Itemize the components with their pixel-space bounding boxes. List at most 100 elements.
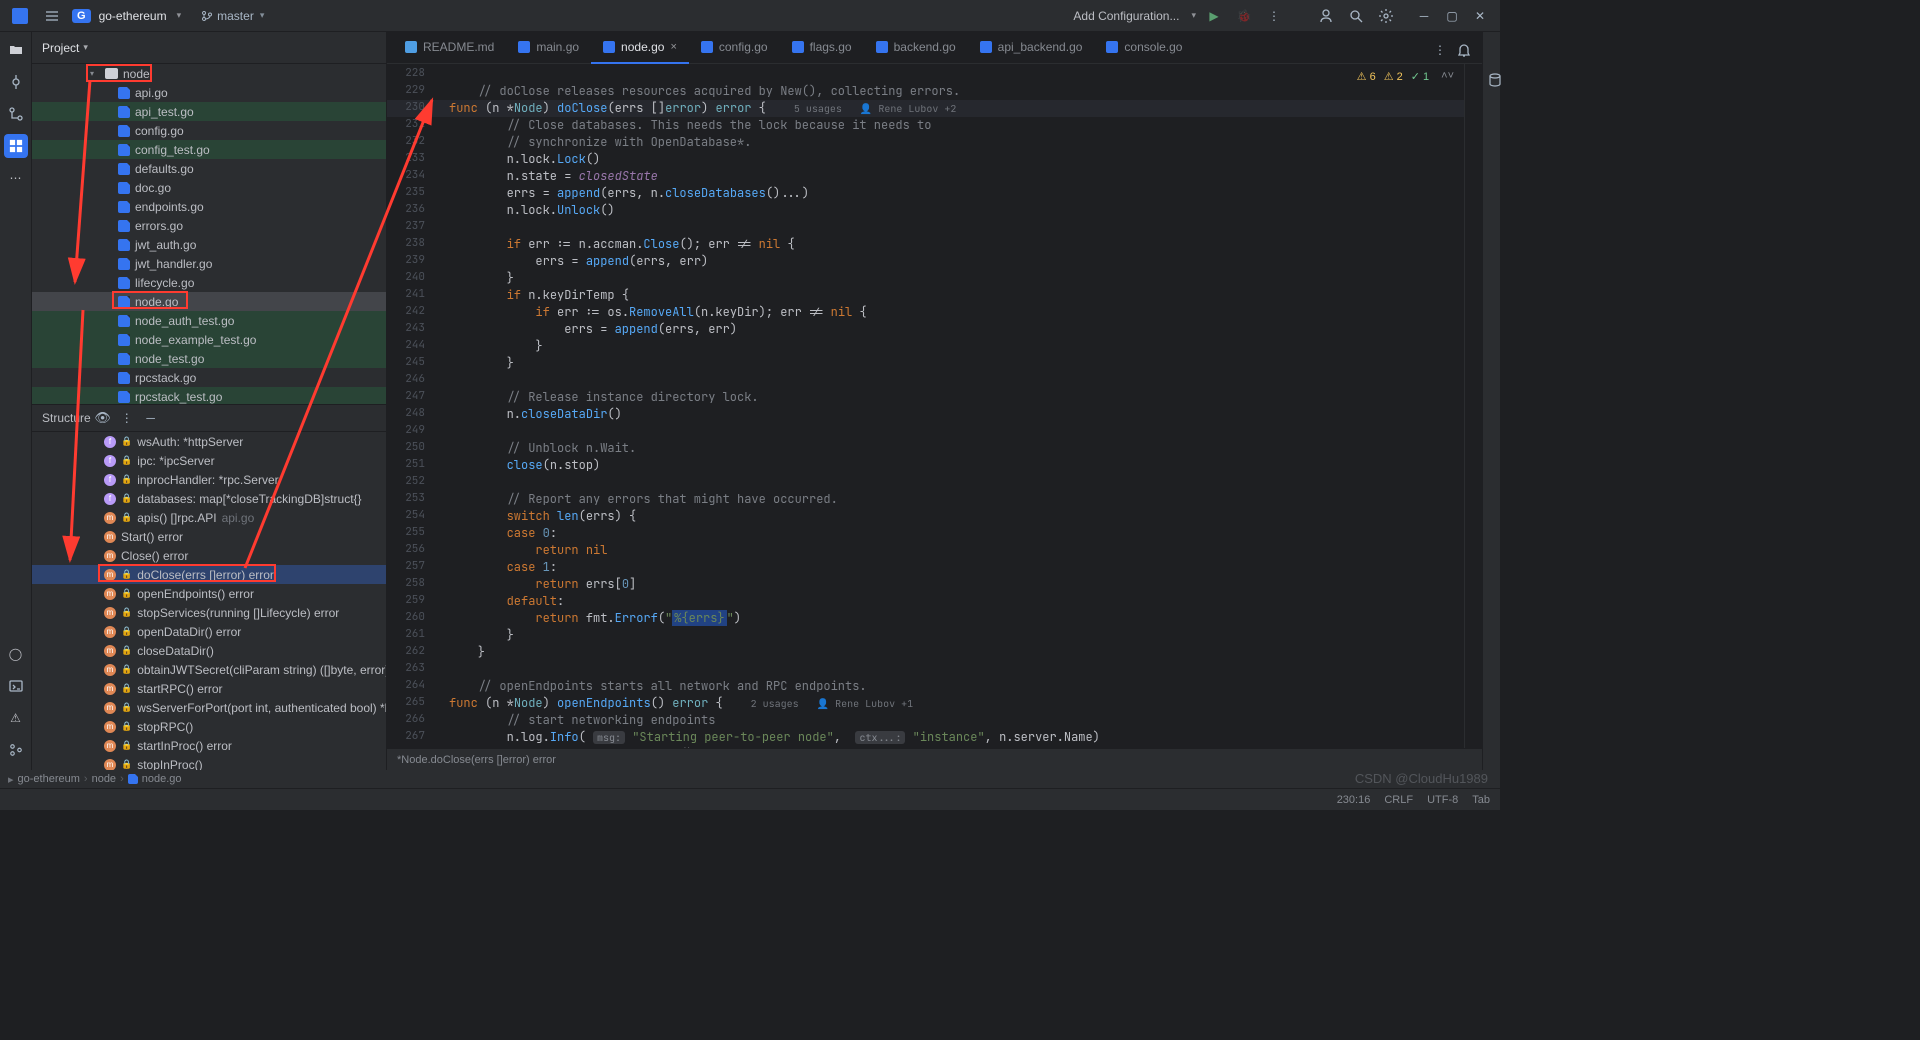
structure-tool-icon[interactable] [4, 134, 28, 158]
cursor-position[interactable]: 230:16 [1337, 794, 1371, 806]
structure-item[interactable]: f🔒inprocHandler: *rpc.Server [32, 470, 386, 489]
project-panel-title: Project [42, 41, 79, 55]
debug-icon[interactable]: 🐞 [1232, 4, 1256, 28]
structure-item[interactable]: mStart() error [32, 527, 386, 546]
tab-options-icon[interactable]: ⋮ [1428, 38, 1452, 62]
structure-item[interactable]: m🔒wsServerForPort(port int, authenticate… [32, 698, 386, 717]
code-editor[interactable]: 2282292302312322332342352362372382392402… [387, 64, 1482, 748]
lock-icon: 🔒 [121, 702, 132, 713]
editor-tab[interactable]: api_backend.go [968, 32, 1095, 64]
structure-item[interactable]: m🔒stopInProc() [32, 755, 386, 770]
run-config-dropdown[interactable]: Add Configuration... [1073, 9, 1179, 23]
pull-requests-icon[interactable] [4, 102, 28, 126]
tree-folder-node[interactable]: ▾node [32, 64, 386, 83]
breadcrumb-item[interactable]: node.go [142, 773, 182, 785]
tree-file[interactable]: api_test.go [32, 102, 386, 121]
terminal-icon[interactable] [4, 674, 28, 698]
structure-item[interactable]: m🔒openDataDir() error [32, 622, 386, 641]
tree-file[interactable]: node_auth_test.go [32, 311, 386, 330]
chevron-down-icon[interactable]: ▾ [177, 10, 182, 21]
structure-item[interactable]: m🔒stopRPC() [32, 717, 386, 736]
chevron-updown-icon[interactable]: ˄˅ [1441, 70, 1454, 83]
statusbar: 230:16 CRLF UTF-8 Tab [0, 788, 1500, 810]
run-icon[interactable]: ▶ [1202, 4, 1226, 28]
tree-file[interactable]: jwt_handler.go [32, 254, 386, 273]
branch-name: master [217, 9, 254, 23]
tree-file[interactable]: rpcstack.go [32, 368, 386, 387]
breadcrumb-item[interactable]: go-ethereum [18, 773, 80, 785]
maximize-icon[interactable]: ▢ [1440, 4, 1464, 28]
editor-tab[interactable]: console.go [1094, 32, 1194, 64]
lock-icon: 🔒 [121, 569, 132, 580]
chevron-down-icon[interactable]: ▾ [1191, 10, 1196, 21]
tree-file[interactable]: doc.go [32, 178, 386, 197]
nav-breadcrumb[interactable]: ▸ go-ethereum› node› node.go [0, 770, 1500, 788]
inspection-widget[interactable]: ⚠ 6 ⚠ 2 ✓ 1 ˄˅ [1357, 70, 1454, 83]
collapse-icon[interactable]: ─ [139, 406, 163, 430]
editor-tab[interactable]: backend.go [864, 32, 968, 64]
lock-icon: 🔒 [121, 759, 132, 770]
structure-item[interactable]: m🔒startInProc() error [32, 736, 386, 755]
settings-icon[interactable] [1374, 4, 1398, 28]
structure-item[interactable]: m🔒obtainJWTSecret(cliParam string) ([]by… [32, 660, 386, 679]
eye-icon[interactable]: 👁 [91, 406, 115, 430]
close-tab-icon[interactable]: × [670, 41, 676, 53]
project-name[interactable]: go-ethereum [99, 9, 167, 23]
editor-tab[interactable]: main.go [506, 32, 591, 64]
tree-file[interactable]: rpcstack_test.go [32, 387, 386, 404]
database-icon[interactable] [1483, 68, 1507, 92]
commit-tool-icon[interactable] [4, 70, 28, 94]
structure-item[interactable]: f🔒ipc: *ipcServer [32, 451, 386, 470]
minimize-icon[interactable]: ─ [1412, 4, 1436, 28]
lock-icon: 🔒 [121, 740, 132, 751]
file-icon [405, 41, 417, 53]
structure-item[interactable]: m🔒startRPC() error [32, 679, 386, 698]
vcs-branch[interactable]: master ▾ [201, 9, 264, 23]
services-icon[interactable]: ◯ [4, 642, 28, 666]
tree-file[interactable]: jwt_auth.go [32, 235, 386, 254]
more-tools-icon[interactable]: ⋯ [4, 166, 28, 190]
indent[interactable]: Tab [1472, 794, 1490, 806]
structure-item[interactable]: m🔒doClose(errs []error) error [32, 565, 386, 584]
tree-file[interactable]: defaults.go [32, 159, 386, 178]
editor-breadcrumb[interactable]: *Node.doClose(errs []error) error [387, 748, 1482, 770]
encoding[interactable]: UTF-8 [1427, 794, 1458, 806]
tree-file[interactable]: lifecycle.go [32, 273, 386, 292]
more-icon[interactable]: ⋮ [1262, 4, 1286, 28]
structure-item[interactable]: m🔒apis() []rpc.API api.go [32, 508, 386, 527]
chevron-down-icon[interactable]: ▾ [83, 42, 88, 53]
tree-file[interactable]: node_test.go [32, 349, 386, 368]
tree-file[interactable]: config.go [32, 121, 386, 140]
problems-icon[interactable]: ⚠ [4, 706, 28, 730]
project-tree[interactable]: ▾nodeapi.goapi_test.goconfig.goconfig_te… [32, 64, 386, 404]
structure-item[interactable]: m🔒stopServices(running []Lifecycle) erro… [32, 603, 386, 622]
structure-item[interactable]: m🔒openEndpoints() error [32, 584, 386, 603]
editor-tab[interactable]: config.go [689, 32, 780, 64]
structure-item[interactable]: f🔒wsAuth: *httpServer [32, 432, 386, 451]
structure-item[interactable]: m🔒closeDataDir() [32, 641, 386, 660]
project-tool-icon[interactable] [4, 38, 28, 62]
editor-tab[interactable]: node.go× [591, 32, 689, 64]
code-content[interactable]: // doClose releases resources acquired b… [439, 64, 1464, 748]
lock-icon: 🔒 [121, 455, 132, 466]
tree-file[interactable]: errors.go [32, 216, 386, 235]
tree-file[interactable]: api.go [32, 83, 386, 102]
editor-tab[interactable]: README.md [393, 32, 506, 64]
code-with-me-icon[interactable] [1314, 4, 1338, 28]
more-icon[interactable]: ⋮ [115, 406, 139, 430]
close-icon[interactable]: ✕ [1468, 4, 1492, 28]
line-sep[interactable]: CRLF [1384, 794, 1413, 806]
editor-tab[interactable]: flags.go [780, 32, 864, 64]
structure-item[interactable]: f🔒databases: map[*closeTrackingDB]struct… [32, 489, 386, 508]
tree-file[interactable]: endpoints.go [32, 197, 386, 216]
notifications-icon[interactable] [1452, 38, 1476, 62]
tree-file[interactable]: config_test.go [32, 140, 386, 159]
tree-file[interactable]: node.go [32, 292, 386, 311]
breadcrumb-item[interactable]: node [92, 773, 116, 785]
structure-item[interactable]: mClose() error [32, 546, 386, 565]
structure-tree[interactable]: f🔒wsAuth: *httpServerf🔒ipc: *ipcServerf🔒… [32, 432, 386, 770]
vcs-icon[interactable] [4, 738, 28, 762]
main-menu-icon[interactable] [40, 4, 64, 28]
search-icon[interactable] [1344, 4, 1368, 28]
tree-file[interactable]: node_example_test.go [32, 330, 386, 349]
